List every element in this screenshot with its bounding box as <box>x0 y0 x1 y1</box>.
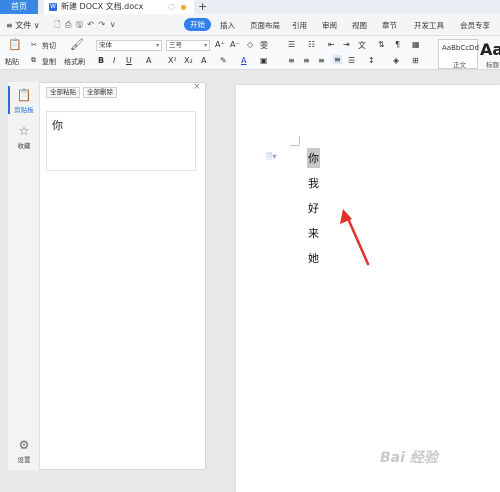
table-icon[interactable]: ▦ <box>412 40 420 49</box>
nav-settings-label: 设置 <box>17 456 31 464</box>
title-bar: 首页 W 新建 DOCX 文档.docx ◌ + <box>0 0 500 14</box>
document-line[interactable]: 你 <box>307 148 320 168</box>
tab-pin-icon[interactable]: ◌ <box>168 0 175 14</box>
style-normal[interactable]: AaBbCcDd 正文 <box>438 39 479 69</box>
subscript-icon[interactable]: X₂ <box>184 56 193 65</box>
align-center-icon[interactable]: ≡ <box>303 56 310 65</box>
justify-icon[interactable]: ≡ <box>333 55 342 64</box>
ribbon-toolbar: 📋 粘贴 ✂ 剪切 ⧉ 复制 🖌 格式刷 宋体 ▾ 三号 ▾ A⁺ A⁻ ◇ 雯 B… <box>0 36 500 70</box>
tab-document[interactable]: W 新建 DOCX 文档.docx ◌ <box>44 0 194 14</box>
chinese-layout-icon[interactable]: 文 <box>358 40 366 51</box>
nav-clipboard[interactable]: 📋 剪贴板 <box>8 88 40 114</box>
style-name-label: 正文 <box>453 61 466 69</box>
word-doc-icon: W <box>49 3 57 11</box>
text-effect-icon[interactable]: A <box>201 56 206 65</box>
font-size-select[interactable]: 三号 ▾ <box>166 40 210 51</box>
nav-favorites[interactable]: ☆ 收藏 <box>8 124 40 150</box>
shading-icon[interactable]: ◈ <box>393 56 399 65</box>
nav-active-indicator <box>8 86 10 114</box>
document-line[interactable]: 来 <box>308 225 319 241</box>
sort-icon[interactable]: ⇅ <box>378 40 385 49</box>
align-left-icon[interactable]: ≡ <box>288 56 295 65</box>
tab-section[interactable]: 章节 <box>382 20 397 31</box>
tab-home[interactable]: 首页 <box>0 0 38 14</box>
tab-review[interactable]: 审阅 <box>322 20 337 31</box>
clipboard-icon: 📋 <box>16 88 32 102</box>
tab-references[interactable]: 引用 <box>292 20 307 31</box>
cut-icon[interactable]: ✂ <box>31 41 37 49</box>
format-painter-button[interactable]: 格式刷 <box>64 57 85 67</box>
chevron-down-icon: ▾ <box>203 42 207 49</box>
italic-icon[interactable]: I <box>113 56 115 65</box>
paste-icon[interactable]: 📋 <box>8 38 22 51</box>
nav-favorites-label: 收藏 <box>17 142 31 150</box>
document-page[interactable] <box>236 85 500 492</box>
tab-insert[interactable]: 插入 <box>220 20 235 31</box>
document-line[interactable]: 她 <box>308 250 319 266</box>
bullet-list-icon[interactable]: ☰ <box>288 40 295 49</box>
tab-developer[interactable]: 开发工具 <box>414 20 444 31</box>
distributed-icon[interactable]: ☰ <box>348 56 355 65</box>
numbered-list-icon[interactable]: ☷ <box>308 40 315 49</box>
menu-bar: ≡ 文件 ∨ 🗋 ⎙ 🖫 ↶ ↷ ∨ 开始 插入 页面布局 引用 审阅 视图 章… <box>0 14 500 36</box>
paste-all-button[interactable]: 全部粘贴 <box>46 87 80 98</box>
document-line[interactable]: 我 <box>308 175 319 191</box>
tab-start[interactable]: 开始 <box>184 18 211 31</box>
document-tab-title: 新建 DOCX 文档.docx <box>61 2 144 11</box>
style-heading-sample[interactable]: Aa <box>480 40 500 59</box>
nav-settings[interactable]: ⚙ 设置 <box>8 438 40 464</box>
highlight-icon[interactable]: ✎ <box>220 56 227 65</box>
style-heading-label: 标题 <box>486 61 499 69</box>
document-line[interactable]: 好 <box>308 200 319 216</box>
watermark-logo: Bai 经验 <box>380 450 438 466</box>
shrink-font-icon[interactable]: A⁻ <box>230 40 240 49</box>
superscript-icon[interactable]: X² <box>168 56 177 65</box>
margin-corner-mark <box>290 145 299 146</box>
font-size-value: 三号 <box>169 41 182 49</box>
show-marks-icon[interactable]: ¶ <box>395 40 400 49</box>
font-name-value: 宋体 <box>99 41 112 49</box>
tab-page-layout[interactable]: 页面布局 <box>250 20 280 31</box>
quick-access-toolbar[interactable]: 🗋 ⎙ 🖫 ↶ ↷ ∨ <box>54 19 117 33</box>
add-tab-button[interactable]: + <box>198 0 207 13</box>
increase-indent-icon[interactable]: ⇥ <box>343 40 350 49</box>
copy-icon[interactable]: ⧉ <box>31 56 36 65</box>
tab-view[interactable]: 视图 <box>352 20 367 31</box>
bold-icon[interactable]: B <box>98 56 104 65</box>
clear-format-icon[interactable]: ◇ <box>247 40 253 49</box>
annotation-arrow-icon <box>340 209 370 266</box>
underline-icon[interactable]: U <box>126 56 132 65</box>
grow-font-icon[interactable]: A⁺ <box>215 40 225 49</box>
borders-icon[interactable]: ⊞ <box>412 56 419 65</box>
copy-button[interactable]: 复制 <box>42 57 56 67</box>
paragraph-handle-icon[interactable]: 🗎▾ <box>266 151 276 165</box>
strikethrough-icon[interactable]: A <box>146 56 151 65</box>
line-spacing-icon[interactable]: ↕ <box>368 56 375 65</box>
decrease-indent-icon[interactable]: ⇤ <box>328 40 335 49</box>
star-icon: ☆ <box>18 124 30 138</box>
font-name-select[interactable]: 宋体 ▾ <box>96 40 162 51</box>
align-right-icon[interactable]: ≡ <box>318 56 325 65</box>
task-pane-nav: 📋 剪贴板 ☆ 收藏 ⚙ 设置 <box>8 82 40 470</box>
chevron-down-icon: ▾ <box>155 42 159 49</box>
paste-button[interactable]: 粘贴 <box>5 57 19 67</box>
clipboard-item-text: 你 <box>52 119 63 132</box>
font-color-icon[interactable]: A <box>241 56 246 65</box>
gear-icon: ⚙ <box>18 438 30 452</box>
format-painter-icon[interactable]: 🖌 <box>70 38 84 51</box>
char-border-icon[interactable]: ▣ <box>260 56 268 65</box>
tab-member[interactable]: 会员专享 <box>460 20 490 31</box>
unsaved-dot-icon <box>181 5 186 10</box>
margin-corner-mark <box>299 136 300 145</box>
style-sample-text: AaBbCcDd <box>442 44 479 52</box>
cut-button[interactable]: 剪切 <box>42 41 56 51</box>
close-icon[interactable]: × <box>193 82 201 92</box>
file-menu[interactable]: ≡ 文件 ∨ <box>6 20 40 31</box>
phonetic-icon[interactable]: 雯 <box>260 40 268 51</box>
delete-all-button[interactable]: 全部删除 <box>83 87 117 98</box>
clipboard-item[interactable]: 你 <box>46 111 196 171</box>
nav-clipboard-label: 剪贴板 <box>14 106 34 114</box>
